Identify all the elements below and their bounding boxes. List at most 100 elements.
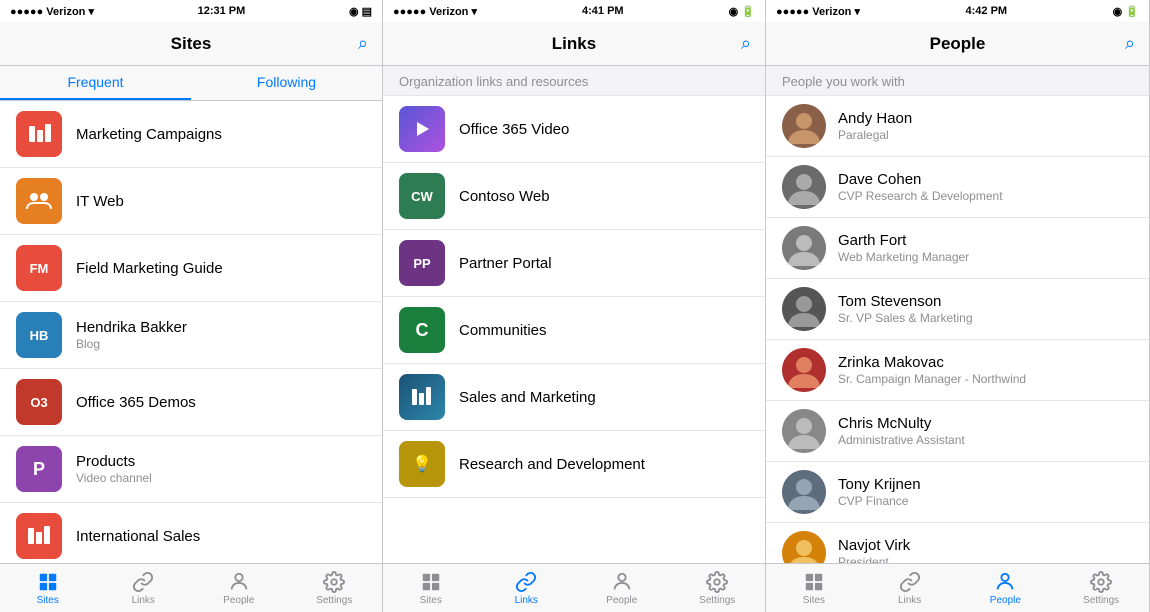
- list-item[interactable]: C Communities: [383, 297, 765, 364]
- person-info-dave: Dave Cohen CVP Research & Development: [838, 171, 1003, 203]
- people-battery-icons: ◉ 🔋: [1113, 5, 1139, 18]
- site-icon-field: FM: [16, 245, 62, 291]
- list-item[interactable]: P Products Video channel: [0, 436, 382, 503]
- link-text-communities: Communities: [459, 322, 547, 339]
- list-item[interactable]: O3 Office 365 Demos: [0, 369, 382, 436]
- site-text-hendrika: Hendrika Bakker Blog: [76, 319, 187, 351]
- tab-sites[interactable]: Sites: [0, 564, 96, 612]
- site-text-products: Products Video channel: [76, 453, 152, 485]
- sites-carrier: ●●●●● Verizon ▾: [10, 5, 94, 18]
- site-icon-itweb: [16, 178, 62, 224]
- list-item[interactable]: Tony Krijnen CVP Finance: [766, 462, 1149, 523]
- tab-people[interactable]: People: [191, 564, 287, 612]
- list-item[interactable]: Chris McNulty Administrative Assistant: [766, 401, 1149, 462]
- sites-tab-following[interactable]: Following: [191, 66, 382, 100]
- links-list: Organization links and resources Office …: [383, 66, 765, 563]
- list-item[interactable]: Dave Cohen CVP Research & Development: [766, 157, 1149, 218]
- list-item[interactable]: Navjot Virk President: [766, 523, 1149, 563]
- site-icon-hendrika: HB: [16, 312, 62, 358]
- person-name-tony: Tony Krijnen: [838, 476, 921, 493]
- site-text-intl: International Sales: [76, 528, 200, 545]
- list-item[interactable]: International Sales: [0, 503, 382, 563]
- link-title-communities: Communities: [459, 322, 547, 339]
- link-text-researchdev: Research and Development: [459, 456, 645, 473]
- site-icon-intl: [16, 513, 62, 559]
- links-title: Links: [552, 34, 596, 54]
- sites-status-bar: ●●●●● Verizon ▾ 12:31 PM ◉ ▤: [0, 0, 382, 22]
- sites-title: Sites: [171, 34, 212, 54]
- sites-tab-bar: Sites Links People Settings: [0, 563, 382, 612]
- person-title-tom: Sr. VP Sales & Marketing: [838, 311, 973, 325]
- avatar-zrinka: [782, 348, 826, 392]
- site-icon-marketing: [16, 111, 62, 157]
- avatar-chris: [782, 409, 826, 453]
- list-item[interactable]: Andy Haon Paralegal: [766, 96, 1149, 157]
- list-item[interactable]: FM Field Marketing Guide: [0, 235, 382, 302]
- links-nav-bar: Links ⌕: [383, 22, 765, 66]
- link-icon-contoso: CW: [399, 173, 445, 219]
- person-title-garth: Web Marketing Manager: [838, 250, 969, 264]
- people-search-icon[interactable]: ⌕: [1125, 33, 1135, 54]
- link-title-contoso: Contoso Web: [459, 188, 550, 205]
- list-item[interactable]: Tom Stevenson Sr. VP Sales & Marketing: [766, 279, 1149, 340]
- people-status-bar: ●●●●● Verizon ▾ 4:42 PM ◉ 🔋: [766, 0, 1149, 22]
- sites-battery-icons: ◉ ▤: [349, 5, 372, 18]
- site-title-products: Products: [76, 453, 152, 470]
- avatar-andy: [782, 104, 826, 148]
- list-item[interactable]: 💡 Research and Development: [383, 431, 765, 498]
- tab-people-people[interactable]: People: [958, 564, 1054, 612]
- site-title-field: Field Marketing Guide: [76, 260, 223, 277]
- list-item[interactable]: HB Hendrika Bakker Blog: [0, 302, 382, 369]
- list-item[interactable]: Garth Fort Web Marketing Manager: [766, 218, 1149, 279]
- people-carrier: ●●●●● Verizon ▾: [776, 5, 860, 18]
- people-list: People you work with Andy Haon Paralegal…: [766, 66, 1149, 563]
- tab-settings[interactable]: Settings: [287, 564, 383, 612]
- sites-list: Marketing Campaigns IT Web FM Field Mark…: [0, 101, 382, 563]
- tab-links[interactable]: Links: [96, 564, 192, 612]
- person-info-zrinka: Zrinka Makovac Sr. Campaign Manager - No…: [838, 354, 1026, 386]
- list-item[interactable]: IT Web: [0, 168, 382, 235]
- person-title-zrinka: Sr. Campaign Manager - Northwind: [838, 372, 1026, 386]
- person-name-chris: Chris McNulty: [838, 415, 965, 432]
- tab-people-sites[interactable]: Sites: [766, 564, 862, 612]
- link-icon-partner: PP: [399, 240, 445, 286]
- link-title-partner: Partner Portal: [459, 255, 552, 272]
- people-nav-bar: People ⌕: [766, 22, 1149, 66]
- person-title-navjot: President: [838, 555, 910, 563]
- tab-people-settings[interactable]: Settings: [1053, 564, 1149, 612]
- site-title-o365: Office 365 Demos: [76, 394, 196, 411]
- person-info-andy: Andy Haon Paralegal: [838, 110, 912, 142]
- sites-tab-frequent[interactable]: Frequent: [0, 66, 191, 100]
- people-time: 4:42 PM: [966, 5, 1008, 17]
- people-section-header: People you work with: [766, 66, 1149, 96]
- site-text-field: Field Marketing Guide: [76, 260, 223, 277]
- links-carrier: ●●●●● Verizon ▾: [393, 5, 477, 18]
- person-info-tony: Tony Krijnen CVP Finance: [838, 476, 921, 508]
- links-search-icon[interactable]: ⌕: [741, 33, 751, 54]
- list-item[interactable]: Sales and Marketing: [383, 364, 765, 431]
- person-name-navjot: Navjot Virk: [838, 537, 910, 554]
- site-text-marketing: Marketing Campaigns: [76, 126, 222, 143]
- site-title-marketing: Marketing Campaigns: [76, 126, 222, 143]
- list-item[interactable]: Marketing Campaigns: [0, 101, 382, 168]
- person-info-navjot: Navjot Virk President: [838, 537, 910, 563]
- list-item[interactable]: PP Partner Portal: [383, 230, 765, 297]
- link-text-partner: Partner Portal: [459, 255, 552, 272]
- list-item[interactable]: Office 365 Video: [383, 96, 765, 163]
- sites-nav-bar: Sites ⌕: [0, 22, 382, 66]
- tab-links-links[interactable]: Links: [479, 564, 575, 612]
- person-name-zrinka: Zrinka Makovac: [838, 354, 1026, 371]
- site-text-o365: Office 365 Demos: [76, 394, 196, 411]
- tab-links-people[interactable]: People: [574, 564, 670, 612]
- tab-links-settings[interactable]: Settings: [670, 564, 766, 612]
- links-battery-icons: ◉ 🔋: [729, 5, 755, 18]
- sites-search-icon[interactable]: ⌕: [358, 33, 368, 54]
- person-info-garth: Garth Fort Web Marketing Manager: [838, 232, 969, 264]
- list-item[interactable]: Zrinka Makovac Sr. Campaign Manager - No…: [766, 340, 1149, 401]
- tab-links-sites[interactable]: Sites: [383, 564, 479, 612]
- site-title-hendrika: Hendrika Bakker: [76, 319, 187, 336]
- tab-people-links[interactable]: Links: [862, 564, 958, 612]
- list-item[interactable]: CW Contoso Web: [383, 163, 765, 230]
- person-title-dave: CVP Research & Development: [838, 189, 1003, 203]
- person-info-chris: Chris McNulty Administrative Assistant: [838, 415, 965, 447]
